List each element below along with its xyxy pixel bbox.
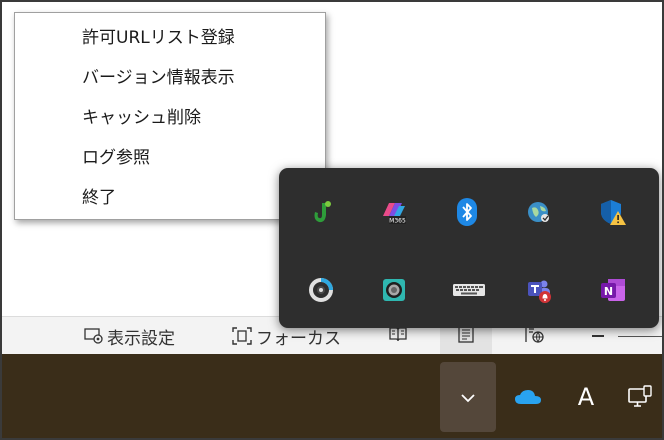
menu-item-view-log[interactable]: ログ参照 [15,139,325,171]
display-settings-icon [84,327,104,345]
chevron-down-icon [461,388,475,407]
m365-badge: M365 [389,218,406,225]
network-globe-icon[interactable] [525,198,553,226]
onenote-letter: N [604,285,613,298]
menu-item-label: キャッシュ削除 [82,107,201,128]
bluetooth-icon[interactable] [453,198,481,226]
taskbar: A [0,354,664,440]
ime-mode-indicator[interactable]: A [566,362,606,432]
tray-overflow-flyout: M365 N [279,168,659,328]
minus-icon [592,335,604,337]
teams-notification-icon[interactable] [525,276,553,304]
keyboard-icon[interactable] [453,276,485,304]
onedrive-icon[interactable] [508,362,548,432]
display-settings-label: 表示設定 [107,328,175,349]
show-hidden-icons-button[interactable] [440,362,496,432]
circular-sync-app-icon[interactable] [307,276,335,304]
screen-capture-icon[interactable] [380,276,408,304]
menu-item-label: バージョン情報表示 [82,67,235,88]
display-settings-button[interactable]: 表示設定 [84,317,175,355]
menu-item-label: 終了 [82,187,116,208]
focus-icon [231,326,253,346]
menu-item-label: 許可URLリスト登録 [82,27,235,48]
onenote-icon[interactable]: N [599,276,627,304]
windows-security-warning-icon[interactable] [599,198,627,226]
menu-item-label: ログ参照 [82,147,150,168]
green-j-app-icon[interactable] [307,198,335,226]
menu-item-show-version-info[interactable]: バージョン情報表示 [15,59,325,91]
microsoft-365-copilot-icon[interactable]: M365 [380,198,408,226]
menu-item-register-allowed-url-list[interactable]: 許可URLリスト登録 [15,19,325,51]
read-mode-icon [389,326,407,347]
zoom-slider-track [618,335,664,337]
menu-item-clear-cache[interactable]: キャッシュ削除 [15,99,325,131]
network-status-icon[interactable] [620,362,660,432]
